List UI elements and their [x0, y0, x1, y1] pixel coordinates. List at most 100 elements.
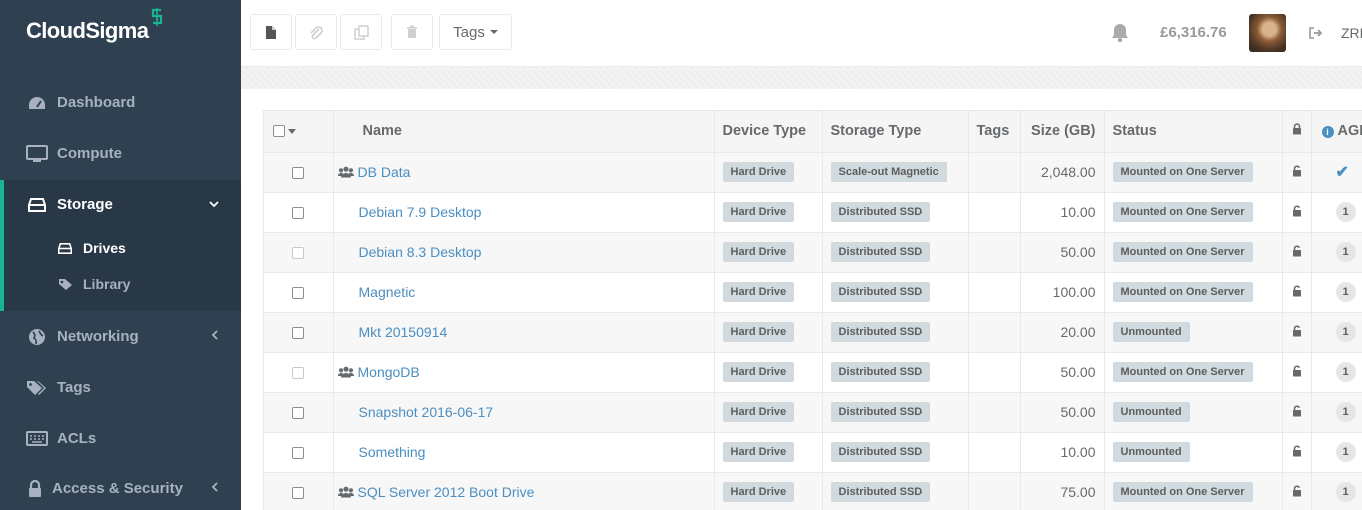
drive-name-link[interactable]: DB Data	[358, 164, 411, 180]
attach-button[interactable]	[295, 14, 337, 50]
select-all-header[interactable]	[264, 111, 334, 153]
notifications-bell-icon[interactable]	[1110, 22, 1130, 48]
status-badge: Unmounted	[1112, 402, 1190, 422]
tags-dropdown-label: Tags	[453, 23, 485, 41]
sidebar-item-storage[interactable]: Storage	[0, 179, 241, 230]
avatar[interactable]	[1249, 14, 1286, 52]
column-header-size[interactable]: Size (GB)	[1020, 111, 1105, 153]
column-header-status[interactable]: Status	[1104, 111, 1283, 153]
lock-cell[interactable]	[1282, 432, 1312, 473]
device-type-label: Hard Drive	[722, 282, 795, 302]
tags-dropdown[interactable]: Tags	[439, 14, 512, 50]
unlock-icon[interactable]	[1292, 324, 1302, 340]
drive-name-cell: SQL Server 2012 Boot Drive	[333, 472, 715, 510]
logout-icon[interactable]	[1308, 26, 1323, 44]
storage-type-cell: Distributed SSD	[822, 432, 969, 473]
agi-cell: 1	[1311, 272, 1362, 313]
status-badge: Unmounted	[1112, 322, 1190, 342]
new-drive-button[interactable]	[250, 14, 292, 50]
sidebar-item-compute[interactable]: Compute	[0, 128, 241, 179]
unlock-icon[interactable]	[1292, 284, 1302, 300]
device-type-cell: Hard Drive	[714, 312, 823, 353]
sidebar-subitem-label: Library	[83, 276, 131, 292]
sidebar-item-tags[interactable]: Tags	[0, 362, 241, 413]
sidebar-subitem-drives[interactable]: Drives	[58, 234, 126, 262]
column-header-agi-label: AGI	[1337, 123, 1362, 140]
sidebar-subitem-library[interactable]: Library	[58, 270, 130, 298]
lock-cell[interactable]	[1282, 352, 1312, 393]
row-checkbox[interactable]	[292, 167, 305, 180]
table-row[interactable]: Magnetic Hard Drive Distributed SSD 100.00 M…	[264, 272, 1362, 313]
brand-logo[interactable]: CloudSigma	[26, 8, 165, 48]
delete-button[interactable]	[391, 14, 433, 50]
sidebar-item-label: Tags	[57, 379, 91, 396]
drive-name-link[interactable]: SQL Server 2012 Boot Drive	[358, 484, 535, 500]
row-checkbox[interactable]	[292, 447, 305, 460]
drive-name-link[interactable]: Snapshot 2016-06-17	[359, 404, 494, 420]
lock-cell[interactable]	[1282, 152, 1312, 193]
lock-cell[interactable]	[1282, 312, 1312, 353]
row-checkbox[interactable]	[292, 207, 305, 220]
unlock-icon[interactable]	[1292, 244, 1302, 260]
drive-name-link[interactable]: Debian 7.9 Desktop	[359, 204, 482, 220]
row-select-cell	[264, 352, 334, 393]
sidebar-item-access-security[interactable]: Access & Security	[0, 463, 241, 510]
status-cell: Unmounted	[1104, 312, 1283, 353]
status-badge: Mounted on One Server	[1112, 362, 1253, 382]
row-checkbox[interactable]	[292, 407, 305, 420]
table-row[interactable]: Debian 7.9 Desktop Hard Drive Distributed …	[264, 192, 1362, 233]
region-selector[interactable]: ZRH	[1341, 25, 1362, 41]
drive-name-cell: Something	[333, 432, 715, 473]
drive-name-link[interactable]: Mkt 20150914	[359, 324, 448, 340]
drive-name-link[interactable]: MongoDB	[358, 364, 420, 380]
column-header-tags[interactable]: Tags	[968, 111, 1021, 153]
sidebar-item-dashboard[interactable]: Dashboard	[0, 77, 241, 128]
column-header-name[interactable]: Name	[333, 111, 715, 153]
tags-cell	[968, 232, 1021, 273]
lock-cell[interactable]	[1282, 272, 1312, 313]
device-type-cell: Hard Drive	[714, 232, 823, 273]
table-row[interactable]: Snapshot 2016-06-17 Hard Drive Distributed…	[264, 392, 1362, 433]
lock-cell[interactable]	[1282, 192, 1312, 233]
unlock-icon[interactable]	[1292, 364, 1302, 380]
column-header-agi[interactable]: i AGI	[1311, 111, 1362, 153]
unlock-icon[interactable]	[1292, 204, 1302, 220]
account-balance[interactable]: £6,316.76	[1160, 24, 1227, 41]
unlock-icon[interactable]	[1292, 404, 1302, 420]
table-row[interactable]: SQL Server 2012 Boot Drive Hard Drive Dist…	[264, 472, 1362, 510]
table-row[interactable]: DB Data Hard Drive Scale-out Magnetic 2,048…	[264, 152, 1362, 193]
table-row[interactable]: Debian 8.3 Desktop Hard Drive Distributed …	[264, 232, 1362, 273]
sidebar-item-networking[interactable]: Networking	[0, 311, 241, 362]
unlock-icon[interactable]	[1292, 164, 1302, 180]
lock-cell[interactable]	[1282, 472, 1312, 510]
storage-type-label: Distributed SSD	[830, 482, 931, 502]
drive-name-link[interactable]: Debian 8.3 Desktop	[359, 244, 482, 260]
unlock-icon[interactable]	[1292, 444, 1302, 460]
drive-name-cell: Magnetic	[333, 272, 715, 313]
column-header-device-type[interactable]: Device Type	[714, 111, 823, 153]
drive-name-link[interactable]: Something	[359, 444, 426, 460]
lock-cell[interactable]	[1282, 392, 1312, 433]
select-all-checkbox[interactable]	[273, 125, 285, 138]
table-row[interactable]: Something Hard Drive Distributed SSD 10.00 U…	[264, 432, 1362, 473]
drive-name-link[interactable]: Magnetic	[359, 284, 416, 300]
table-row[interactable]: Mkt 20150914 Hard Drive Distributed SSD 20.…	[264, 312, 1362, 353]
unlock-icon[interactable]	[1292, 484, 1302, 500]
storage-type-cell: Distributed SSD	[822, 272, 969, 313]
tags-cell	[968, 472, 1021, 510]
row-checkbox[interactable]	[292, 367, 305, 380]
row-checkbox[interactable]	[292, 287, 305, 300]
sidebar-item-acls[interactable]: ACLs	[0, 413, 241, 464]
column-header-lock[interactable]	[1282, 111, 1312, 153]
table-row[interactable]: MongoDB Hard Drive Distributed SSD 50.00 Mou…	[264, 352, 1362, 393]
users-group-icon	[337, 165, 354, 178]
row-checkbox[interactable]	[292, 327, 305, 340]
column-header-storage-type[interactable]: Storage Type	[822, 111, 969, 153]
app-root: CloudSigma Dashboard Compute Storage Dri…	[0, 0, 1362, 510]
clone-button[interactable]	[340, 14, 382, 50]
row-checkbox[interactable]	[292, 247, 305, 260]
status-badge: Unmounted	[1112, 442, 1190, 462]
row-checkbox[interactable]	[292, 487, 305, 500]
tags-icon	[26, 378, 48, 398]
lock-cell[interactable]	[1282, 232, 1312, 273]
